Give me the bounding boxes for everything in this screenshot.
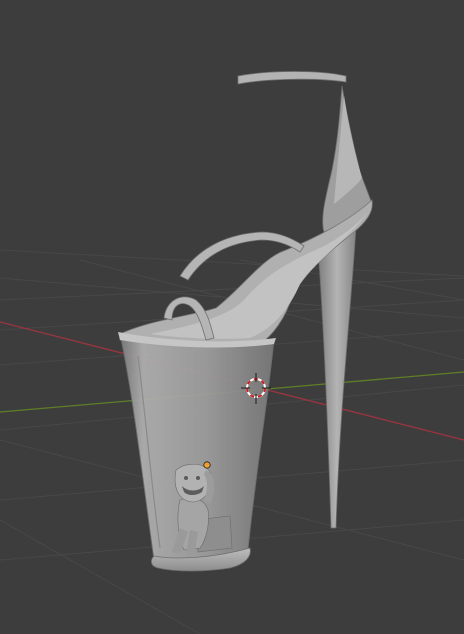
ankle-strap bbox=[237, 71, 347, 85]
stiletto-heel bbox=[317, 225, 357, 529]
3d-viewport[interactable] bbox=[0, 0, 464, 634]
object-origin-dot[interactable] bbox=[203, 461, 211, 469]
viewport-scene bbox=[0, 71, 464, 634]
figure-eye-left bbox=[184, 476, 188, 480]
figure-eye-right bbox=[196, 476, 200, 480]
